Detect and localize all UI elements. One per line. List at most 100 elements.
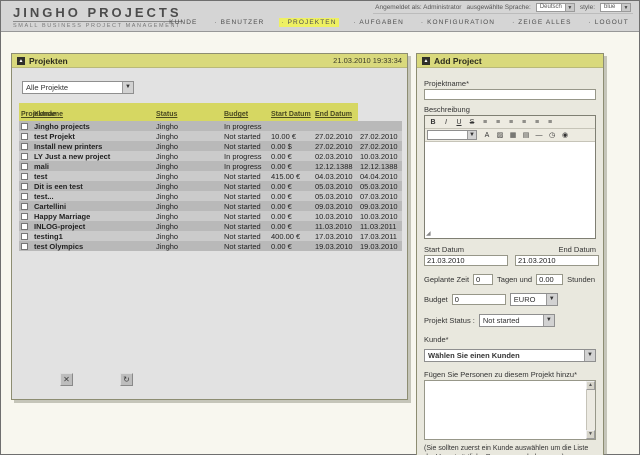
- planned-hours-input[interactable]: [536, 274, 564, 285]
- projekt-status-select[interactable]: Not started ▼: [478, 314, 555, 327]
- table-row[interactable]: Jingho projects Jingho In progress: [19, 121, 402, 131]
- row-checkbox[interactable]: [21, 153, 28, 161]
- description-editor: B I U S ≡ ≡ ≡ ≡ ≡ ≡ ▼ A ▨ ▦ ▤ ― ◷ ◉ ◢: [424, 115, 596, 239]
- project-filter-select[interactable]: Alle Projekte ▼: [22, 81, 134, 94]
- nav-item-logout[interactable]: LOGOUT: [587, 18, 631, 27]
- top-header: JINGHO PROJECTS SMALL BUSINESS PROJECT M…: [1, 1, 639, 32]
- chevron-down-icon[interactable]: ▼: [564, 3, 574, 11]
- row-checkbox[interactable]: [21, 173, 28, 181]
- nav-item-aufgaben[interactable]: AUFGABEN: [352, 18, 406, 27]
- align-left-button[interactable]: ≡: [505, 117, 517, 128]
- chevron-down-icon[interactable]: ▼: [584, 350, 595, 361]
- persons-listbox[interactable]: ▲ ▼: [424, 380, 596, 440]
- underline-button[interactable]: U: [453, 117, 465, 128]
- row-checkbox[interactable]: [21, 233, 28, 241]
- row-checkbox[interactable]: [21, 163, 28, 171]
- clock-button[interactable]: ◷: [546, 130, 558, 141]
- app-title: JINGHO PROJECTS: [13, 5, 182, 22]
- table-row[interactable]: Install new printers Jingho Not started …: [19, 141, 402, 151]
- currency-select[interactable]: EURO ▼: [509, 293, 558, 306]
- budget-cell: [269, 121, 313, 131]
- sort-end-datum[interactable]: End Datum: [315, 111, 352, 118]
- sort-start-datum[interactable]: Start Datum: [271, 111, 311, 118]
- chevron-down-icon[interactable]: ▼: [542, 315, 554, 326]
- chevron-down-icon[interactable]: ▼: [467, 131, 476, 139]
- planned-days-input[interactable]: [473, 274, 494, 285]
- kunde-cell: Jingho: [156, 191, 179, 201]
- end-datum-input[interactable]: [515, 255, 599, 266]
- row-checkbox[interactable]: [21, 133, 28, 141]
- description-textarea[interactable]: ◢: [425, 142, 595, 238]
- kunde-hint-note: (Sie sollten zuerst ein Kunde auswählen …: [424, 445, 589, 455]
- table-row[interactable]: test Projekt Jingho Not started 10.00 € …: [19, 131, 402, 141]
- row-checkbox[interactable]: [21, 123, 28, 131]
- panel-collapse-icon[interactable]: ▲: [422, 56, 430, 65]
- nav-item-kunde[interactable]: KUNDE: [161, 18, 199, 27]
- forecolor-button[interactable]: A: [481, 130, 493, 141]
- align-center-button[interactable]: ≡: [518, 117, 530, 128]
- refresh-button[interactable]: ↻: [120, 373, 133, 386]
- italic-button[interactable]: I: [440, 117, 452, 128]
- table-row[interactable]: LY Just a new project Jingho In progress…: [19, 151, 402, 161]
- panel-title: Projekten: [29, 55, 68, 66]
- status-cell: Not started: [224, 241, 261, 251]
- row-checkbox[interactable]: [21, 183, 28, 191]
- scroll-down-icon[interactable]: ▼: [586, 430, 595, 439]
- strikethrough-button[interactable]: S: [466, 117, 478, 128]
- table-row[interactable]: test Jingho Not started 415.00 € 04.03.2…: [19, 171, 402, 181]
- row-checkbox[interactable]: [21, 143, 28, 151]
- delete-button[interactable]: ✕: [60, 373, 73, 386]
- nav-item-zeige-alles[interactable]: ZEIGE ALLES: [510, 18, 573, 27]
- image-button[interactable]: ▦: [507, 130, 519, 141]
- chevron-down-icon[interactable]: ▼: [122, 82, 133, 93]
- nav-item-projekten[interactable]: PROJEKTEN: [279, 18, 339, 27]
- unordered-list-button[interactable]: ≡: [492, 117, 504, 128]
- table-row[interactable]: Dit is een test Jingho Not started 0.00 …: [19, 181, 402, 191]
- nav-item-konfiguration[interactable]: KONFIGURATION: [419, 18, 497, 27]
- table-row[interactable]: Happy Marriage Jingho Not started 0.00 €…: [19, 211, 402, 221]
- persons-label: Fügen Sie Personen zu diesem Projekt hin…: [424, 370, 578, 379]
- sort-status[interactable]: Status: [156, 111, 177, 118]
- align-justify-button[interactable]: ≡: [544, 117, 556, 128]
- table-row[interactable]: INLOG-project Jingho Not started 0.00 € …: [19, 221, 402, 231]
- table-button[interactable]: ▤: [520, 130, 532, 141]
- editor-toolbar-row1: B I U S ≡ ≡ ≡ ≡ ≡ ≡: [425, 116, 595, 129]
- start-datum-input[interactable]: [424, 255, 508, 266]
- budget-cell: 0.00 €: [271, 151, 292, 161]
- end-date-cell: 19.03.2010: [360, 241, 398, 251]
- resize-handle-icon[interactable]: ◢: [426, 230, 431, 237]
- listbox-scrollbar[interactable]: ▲ ▼: [586, 381, 595, 439]
- table-row[interactable]: test... Jingho Not started 0.00 € 05.03.…: [19, 191, 402, 201]
- format-select[interactable]: ▼: [427, 130, 477, 140]
- kunde-cell: Jingho: [156, 181, 179, 191]
- table-row[interactable]: testing1 Jingho Not started 400.00 € 17.…: [19, 231, 402, 241]
- scroll-up-icon[interactable]: ▲: [586, 381, 595, 390]
- style-select[interactable]: blue ▼: [600, 2, 631, 12]
- budget-input[interactable]: [451, 294, 506, 305]
- row-checkbox[interactable]: [21, 193, 28, 201]
- backcolor-button[interactable]: ▨: [494, 130, 506, 141]
- sort-budget[interactable]: Budget: [224, 111, 248, 118]
- table-row[interactable]: mali Jingho In progress 0.00 € 12.12.138…: [19, 161, 402, 171]
- projektname-input[interactable]: [424, 89, 596, 100]
- ordered-list-button[interactable]: ≡: [479, 117, 491, 128]
- nav-item-benutzer[interactable]: BENUTZER: [212, 18, 266, 27]
- projekt-status-label: Projekt Status :: [424, 316, 475, 325]
- row-checkbox[interactable]: [21, 223, 28, 231]
- align-right-button[interactable]: ≡: [531, 117, 543, 128]
- kunde-select[interactable]: Wählen Sie einen Kunden ▼: [424, 349, 596, 362]
- sort-kunde[interactable]: Kunde: [34, 111, 56, 118]
- budget-cell: 0.00 €: [271, 181, 292, 191]
- row-checkbox[interactable]: [21, 203, 28, 211]
- row-checkbox[interactable]: [21, 243, 28, 251]
- row-checkbox[interactable]: [21, 213, 28, 221]
- panel-collapse-icon[interactable]: ▲: [17, 56, 25, 65]
- bold-button[interactable]: B: [427, 117, 439, 128]
- table-row[interactable]: Cartellini Jingho Not started 0.00 € 09.…: [19, 201, 402, 211]
- language-select[interactable]: Deutsch ▼: [535, 2, 575, 12]
- chevron-down-icon[interactable]: ▼: [621, 3, 630, 11]
- hr-button[interactable]: ―: [533, 130, 545, 141]
- chevron-down-icon[interactable]: ▼: [545, 294, 557, 305]
- help-button[interactable]: ◉: [559, 130, 571, 141]
- table-row[interactable]: test Olympics Jingho Not started 0.00 € …: [19, 241, 402, 251]
